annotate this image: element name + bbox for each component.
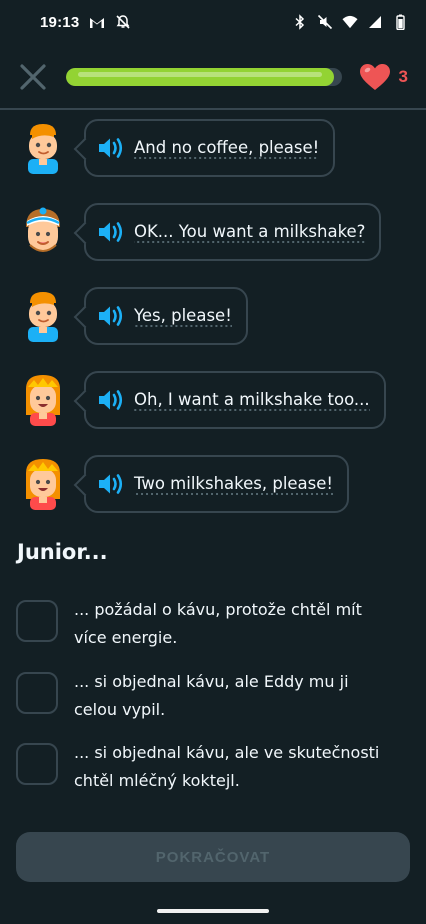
play-audio-button[interactable] bbox=[98, 220, 126, 244]
answer-option[interactable]: ... si objednal kávu, ale ve skutečnosti… bbox=[16, 739, 410, 795]
speaker-icon bbox=[99, 222, 123, 242]
notifications-off-icon bbox=[115, 14, 131, 30]
heart-icon bbox=[359, 64, 390, 90]
dialogue-text[interactable]: Oh, I want a milkshake too... bbox=[134, 389, 370, 411]
answer-option[interactable]: ... si objednal kávu, ale Eddy mu ji cel… bbox=[16, 668, 410, 724]
signal-icon bbox=[367, 14, 383, 30]
hearts-counter[interactable]: 3 bbox=[359, 63, 408, 91]
option-checkbox[interactable] bbox=[16, 743, 58, 785]
dialogue-text[interactable]: Two milkshakes, please! bbox=[134, 473, 334, 495]
avatar-lily bbox=[20, 456, 66, 512]
progress-shine bbox=[78, 72, 322, 77]
avatar-lily bbox=[20, 372, 66, 428]
option-text: ... si objednal kávu, ale Eddy mu ji cel… bbox=[74, 668, 349, 724]
dialogue-line: And no coffee, please! bbox=[20, 118, 336, 178]
play-audio-button[interactable] bbox=[98, 388, 126, 412]
speaker-icon bbox=[99, 138, 123, 158]
dialogue-line: OK... You want a milkshake? bbox=[20, 202, 382, 262]
avatar-eddy bbox=[20, 204, 66, 260]
dialogue-line: Oh, I want a milkshake too... bbox=[20, 370, 386, 430]
avatar-junior bbox=[20, 120, 66, 176]
option-text-line: ... si objednal kávu, ale Eddy mu ji bbox=[74, 672, 349, 691]
lesson-progress-bar bbox=[66, 68, 342, 86]
speech-bubble: Yes, please! bbox=[84, 287, 248, 345]
option-text-line: ... si objednal kávu, ale ve skutečnosti bbox=[74, 743, 380, 762]
speech-bubble: OK... You want a milkshake? bbox=[84, 203, 382, 261]
gmail-icon bbox=[89, 14, 105, 30]
speech-bubble: Two milkshakes, please! bbox=[84, 455, 350, 513]
speech-bubble: Oh, I want a milkshake too... bbox=[84, 371, 386, 429]
dialogue-text[interactable]: Yes, please! bbox=[134, 305, 232, 327]
dialogue-text[interactable]: OK... You want a milkshake? bbox=[134, 221, 366, 243]
option-text: ... požádal o kávu, protože chtěl mít ví… bbox=[74, 596, 362, 652]
speaker-icon bbox=[99, 306, 123, 326]
status-bar: 19:13 bbox=[0, 0, 426, 44]
status-time: 19:13 bbox=[40, 13, 80, 31]
avatar-junior bbox=[20, 288, 66, 344]
close-button[interactable] bbox=[18, 62, 48, 92]
home-indicator[interactable] bbox=[157, 909, 269, 913]
option-checkbox[interactable] bbox=[16, 672, 58, 714]
option-text: ... si objednal kávu, ale ve skutečnosti… bbox=[74, 739, 379, 795]
question-title: Junior... bbox=[17, 540, 108, 564]
progress-fill bbox=[66, 68, 334, 86]
dialogue-line: Yes, please! bbox=[20, 286, 248, 346]
play-audio-button[interactable] bbox=[98, 472, 126, 496]
vibrate-mute-icon bbox=[317, 14, 333, 30]
play-audio-button[interactable] bbox=[98, 304, 126, 328]
option-text-line: ... požádal o kávu, protože chtěl mít bbox=[74, 600, 362, 619]
bluetooth-icon bbox=[292, 14, 308, 30]
option-text-line: celou vypil. bbox=[74, 700, 166, 719]
header-divider bbox=[0, 108, 426, 110]
speaker-icon bbox=[99, 390, 123, 410]
speaker-icon bbox=[99, 474, 123, 494]
dialogue-text[interactable]: And no coffee, please! bbox=[134, 137, 320, 159]
continue-button[interactable]: POKRAČOVAT bbox=[16, 832, 410, 882]
option-text-line: chtěl mléčný koktejl. bbox=[74, 771, 240, 790]
dialogue-line: Two milkshakes, please! bbox=[20, 454, 350, 514]
lesson-header: 3 bbox=[0, 52, 426, 102]
option-checkbox[interactable] bbox=[16, 600, 58, 642]
close-icon bbox=[20, 64, 46, 90]
battery-icon bbox=[392, 14, 408, 30]
play-audio-button[interactable] bbox=[98, 136, 126, 160]
answer-option[interactable]: ... požádal o kávu, protože chtěl mít ví… bbox=[16, 596, 410, 652]
option-text-line: více energie. bbox=[74, 628, 178, 647]
wifi-icon bbox=[342, 14, 358, 30]
hearts-count: 3 bbox=[398, 67, 408, 86]
speech-bubble: And no coffee, please! bbox=[84, 119, 336, 177]
